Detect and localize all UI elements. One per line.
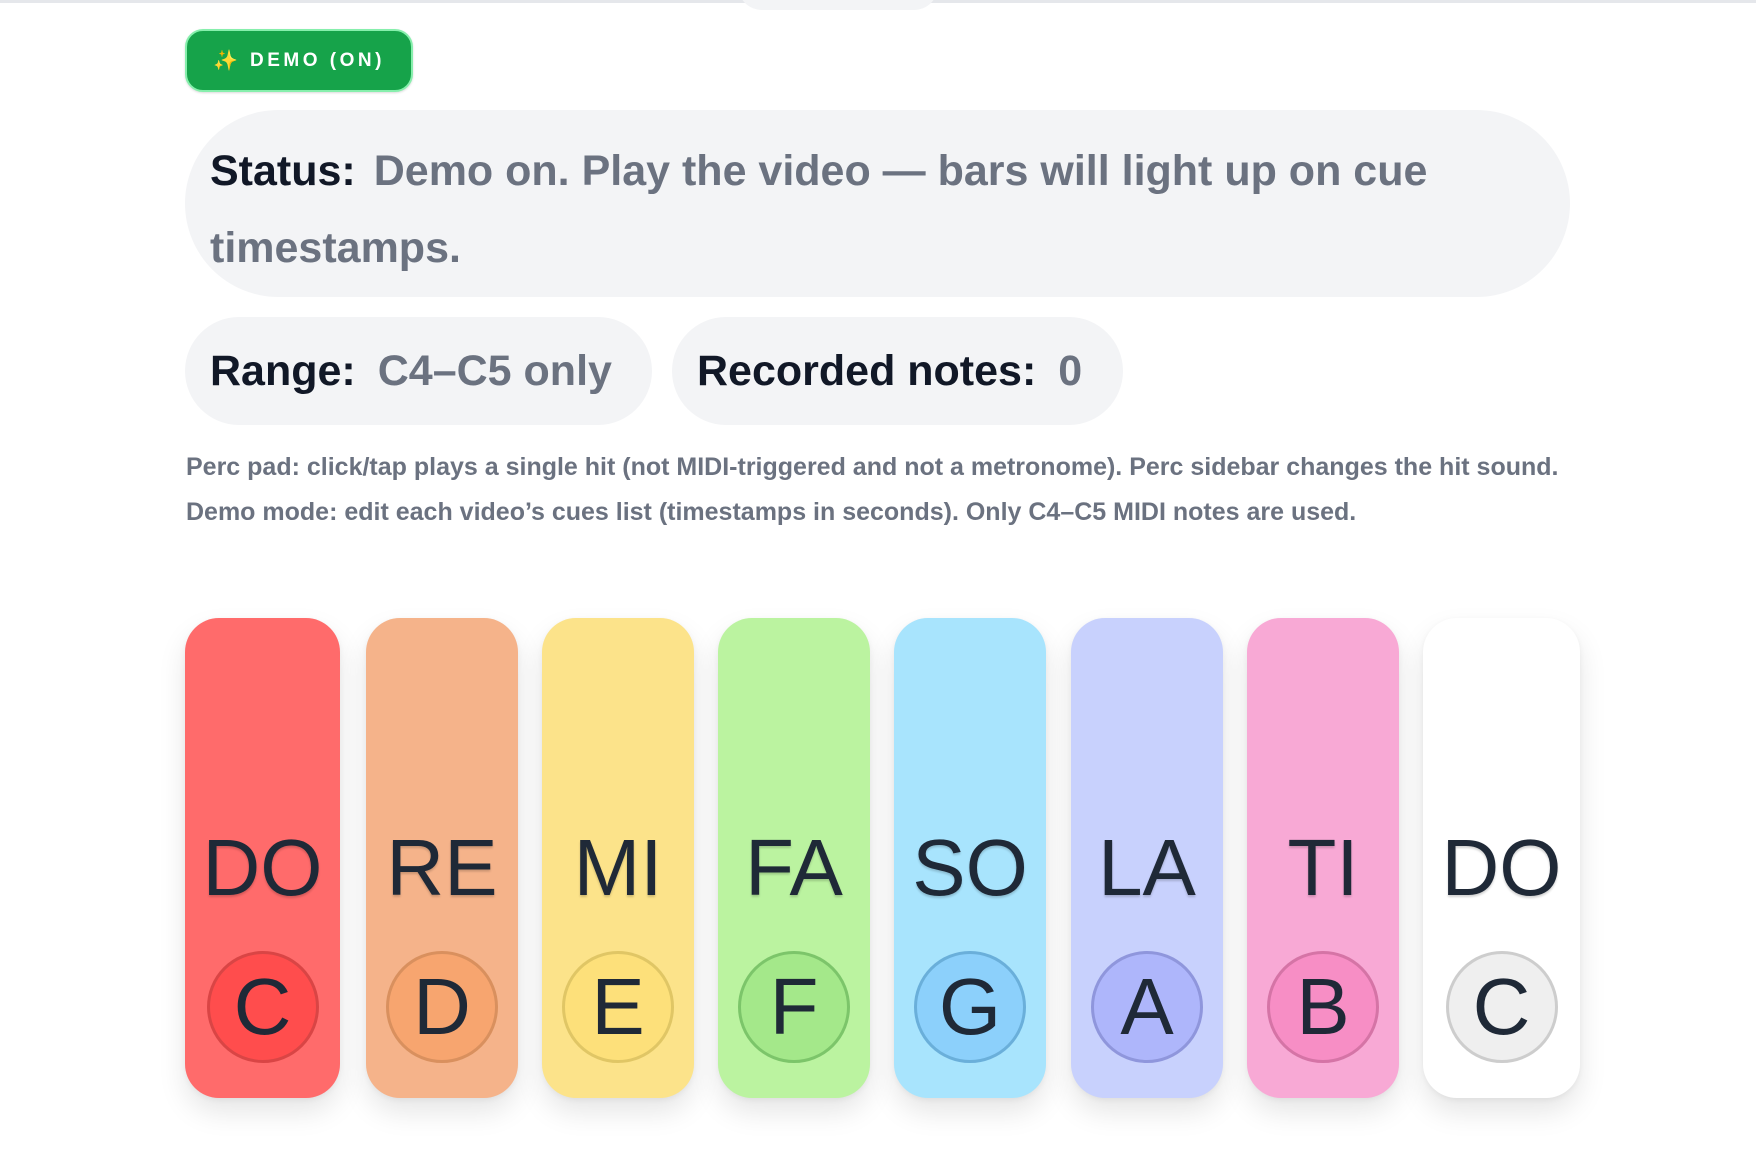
solfege-label: DO bbox=[202, 823, 323, 912]
range-pill: Range: C4–C5 only bbox=[185, 317, 652, 425]
solfege-label: LA bbox=[1098, 823, 1196, 912]
note-bar-do-high-c[interactable]: DO C bbox=[1423, 618, 1580, 1098]
status-value: Demo on. Play the video — bars will ligh… bbox=[210, 147, 1428, 272]
note-bar-re-d[interactable]: RE D bbox=[366, 618, 518, 1098]
status-label: Status: bbox=[210, 147, 356, 195]
perc-help-text: Perc pad: click/tap plays a single hit (… bbox=[186, 453, 1559, 481]
solfege-label: SO bbox=[912, 823, 1028, 912]
demo-help-text: Demo mode: edit each video’s cues list (… bbox=[186, 498, 1357, 526]
solfege-label: MI bbox=[573, 823, 663, 912]
note-letter-circle: C bbox=[206, 951, 319, 1063]
note-letter-circle: D bbox=[386, 951, 498, 1063]
note-letter-circle: B bbox=[1267, 951, 1379, 1063]
range-label: Range: bbox=[210, 346, 356, 395]
solfege-label: RE bbox=[386, 823, 498, 912]
recorded-notes-count: 0 bbox=[1058, 346, 1083, 395]
note-bar-ti-b[interactable]: TI B bbox=[1247, 618, 1399, 1098]
note-letter-circle: F bbox=[738, 951, 850, 1063]
note-bar-so-g[interactable]: SO G bbox=[894, 618, 1046, 1098]
status-pill: Status: Demo on. Play the video — bars wi… bbox=[185, 110, 1570, 297]
sparkles-icon: ✨ bbox=[213, 50, 238, 72]
demo-toggle-button[interactable]: ✨ DEMO (ON) bbox=[185, 29, 413, 92]
demo-toggle-label: DEMO (ON) bbox=[249, 49, 385, 71]
note-letter-circle: G bbox=[914, 951, 1026, 1063]
range-value: C4–C5 only bbox=[377, 346, 612, 395]
note-letter-circle: A bbox=[1091, 951, 1203, 1063]
note-bar-fa-f[interactable]: FA F bbox=[718, 618, 870, 1098]
note-letter-circle: E bbox=[562, 951, 674, 1063]
top-tab bbox=[738, 0, 938, 10]
note-bar-mi-e[interactable]: MI E bbox=[542, 618, 694, 1098]
solfege-label: TI bbox=[1287, 823, 1359, 912]
solfege-label: DO bbox=[1441, 823, 1562, 912]
note-bar-la-a[interactable]: LA A bbox=[1071, 618, 1223, 1098]
solfege-label: FA bbox=[745, 823, 843, 912]
recorded-notes-pill: Recorded notes: 0 bbox=[672, 317, 1123, 425]
note-bars: DO C RE D MI E FA F SO G LA A TI B DO C bbox=[185, 618, 1580, 1098]
recorded-notes-label: Recorded notes: bbox=[697, 346, 1037, 395]
help-text: Perc pad: click/tap plays a single hit (… bbox=[186, 445, 1586, 535]
note-letter-circle: C bbox=[1445, 951, 1558, 1063]
note-bar-do-c[interactable]: DO C bbox=[185, 618, 340, 1098]
